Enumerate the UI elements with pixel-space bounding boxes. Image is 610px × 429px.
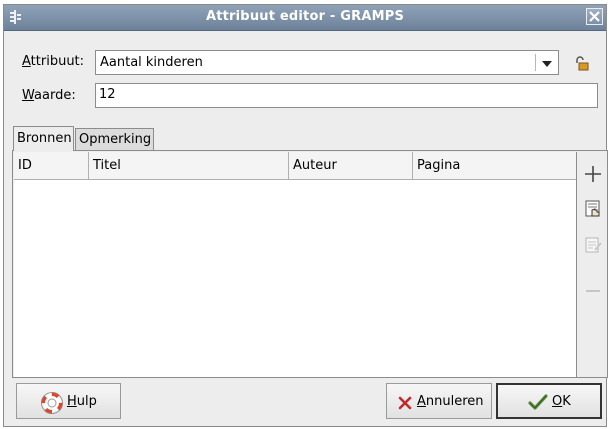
value-input[interactable] [99, 87, 589, 102]
lifebuoy-icon [41, 392, 63, 414]
cancel-button-label: Annuleren [417, 394, 484, 409]
value-label: Waarde: [22, 88, 76, 103]
help-button[interactable]: Hulp [16, 383, 121, 419]
lock-icon[interactable] [572, 54, 590, 72]
chevron-down-icon[interactable] [542, 61, 552, 67]
close-icon [589, 11, 600, 22]
title-bar[interactable]: Attribuut editor - GRAMPS [4, 5, 606, 31]
combo-separator [535, 54, 536, 71]
sources-panel: ID Titel Auteur Pagina [12, 150, 608, 378]
help-button-label: Hulp [67, 394, 97, 409]
ok-button-label: OK [552, 394, 571, 409]
tab-bronnen[interactable]: Bronnen [13, 126, 74, 151]
cancel-button[interactable]: Annuleren [386, 383, 492, 419]
share-existing-icon[interactable] [583, 199, 603, 219]
window-title: Attribuut editor - GRAMPS [205, 9, 405, 24]
ok-button[interactable]: OK [496, 383, 602, 419]
add-icon[interactable] [583, 164, 603, 184]
attribute-combo[interactable]: Aantal kinderen [95, 50, 559, 75]
column-header-auteur[interactable]: Auteur [289, 152, 413, 180]
dialog-window: Attribuut editor - GRAMPS Attribuut: Aan… [3, 4, 608, 427]
tab-opmerking[interactable]: Opmerking [75, 128, 154, 150]
edit-icon [585, 237, 602, 253]
close-button[interactable] [586, 8, 603, 25]
remove-icon [586, 290, 600, 292]
attribute-label: Attribuut: [22, 54, 85, 69]
attribute-value: Aantal kinderen [100, 55, 203, 70]
value-field[interactable] [95, 83, 598, 108]
sources-table[interactable]: ID Titel Auteur Pagina [14, 152, 577, 377]
column-header-pagina[interactable]: Pagina [413, 152, 576, 180]
column-header-titel[interactable]: Titel [89, 152, 289, 180]
column-header-id[interactable]: ID [14, 152, 89, 180]
ok-check-icon [528, 394, 548, 410]
cancel-x-icon [398, 396, 412, 410]
